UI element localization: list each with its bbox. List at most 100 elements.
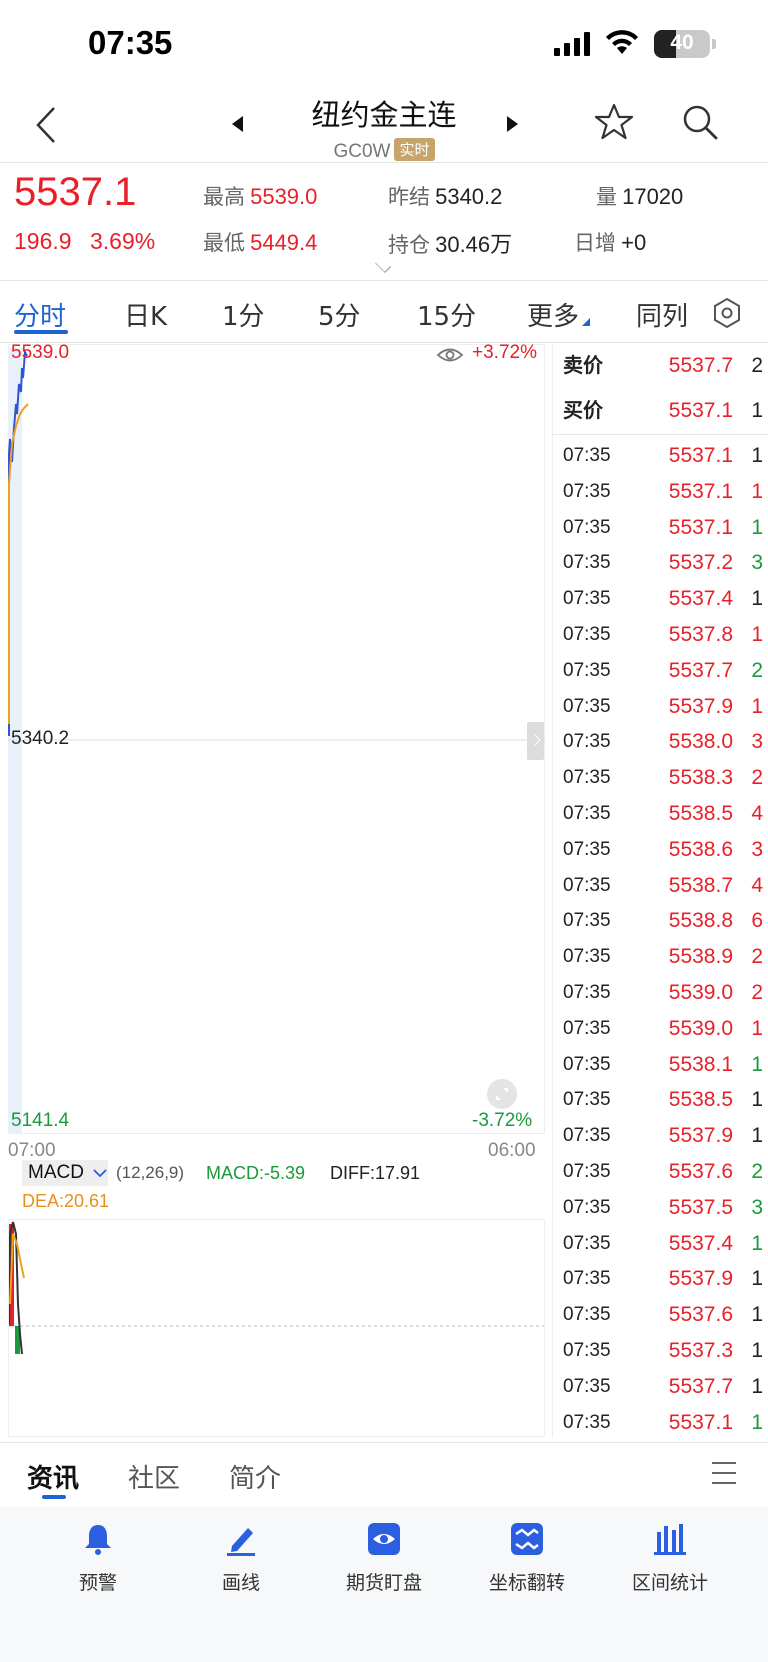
tool-flip-axis-label: 坐标翻转 [488, 1572, 565, 1594]
trade-volume: 2 [751, 981, 763, 1004]
volume-value: 17020 [622, 184, 684, 209]
tab-profile[interactable]: 简介 [229, 1458, 281, 1495]
trade-volume: 1 [751, 587, 763, 611]
trade-price: 5537.1 [668, 515, 733, 539]
trade-row: 07:35 5538.5 4 [553, 796, 768, 832]
trade-volume: 2 [751, 658, 763, 682]
indicator-select[interactable]: MACD [22, 1160, 108, 1186]
tool-draw[interactable]: 画线 [176, 1522, 306, 1595]
chart-top-price: 5539.0 [11, 342, 70, 363]
trade-price: 5537.9 [668, 694, 733, 718]
dea-value: DEA:20.61 [22, 1191, 110, 1211]
trade-price: 5539.0 [668, 1016, 733, 1040]
trade-volume: 4 [751, 873, 763, 897]
trade-volume: 4 [751, 802, 763, 825]
trade-row: 07:35 5537.4 1 [553, 1226, 768, 1262]
trade-price: 5538.0 [668, 730, 733, 754]
low-value: 5449.4 [250, 230, 318, 255]
next-instrument-button[interactable] [507, 116, 518, 132]
trade-volume: 3 [751, 730, 763, 754]
tab-community[interactable]: 社区 [128, 1458, 180, 1495]
trade-volume: 2 [751, 945, 763, 969]
trade-volume: 3 [751, 551, 763, 575]
trade-time: 07:35 [563, 659, 611, 681]
trade-time: 07:35 [563, 588, 611, 610]
trade-time: 07:35 [563, 695, 611, 717]
trade-volume: 1 [751, 1374, 763, 1398]
trade-time: 07:35 [563, 731, 611, 753]
trade-price: 5537.7 [668, 658, 733, 682]
expand-chevron-icon[interactable] [375, 257, 391, 273]
tool-flip-axis[interactable]: 坐标翻转 [462, 1522, 592, 1595]
trade-price: 5538.5 [668, 1088, 733, 1112]
open-interest-stat: 持仓 30.46万 [388, 227, 512, 259]
trade-row: 07:35 5537.3 1 [553, 1333, 768, 1369]
menu-icon[interactable] [712, 1462, 736, 1484]
trade-price: 5537.6 [668, 1303, 733, 1327]
low-stat: 最低 5449.4 [203, 227, 317, 257]
trade-row: 07:35 5537.9 1 [553, 1261, 768, 1297]
daily-inc-stat: 日增 +0 [574, 227, 646, 257]
trade-row: 07:35 5537.6 2 [553, 1154, 768, 1190]
tab-active-underline [14, 330, 68, 334]
macd-chart[interactable] [8, 1219, 545, 1437]
trade-volume: 1 [751, 1303, 763, 1327]
tab-daily-k[interactable]: 日K [124, 296, 167, 333]
ask-volume: 2 [751, 354, 763, 377]
trade-time: 07:35 [563, 1411, 611, 1433]
chart-bottom-pct: -3.72% [472, 1110, 533, 1131]
trade-row: 07:35 5537.1 1 [553, 510, 768, 546]
tab-intraday[interactable]: 分时 [14, 296, 66, 333]
trade-row: 07:35 5537.4 1 [553, 581, 768, 617]
order-book[interactable]: 卖价 5537.7 2 买价 5537.1 1 07:35 5537.1 1 07:3… [552, 344, 768, 1438]
tool-bar: 预警 画线 期货盯盘 坐标翻转 区间统计 [0, 1506, 768, 1662]
tool-alert[interactable]: 预警 [33, 1522, 163, 1595]
volume-stat: 量 17020 [596, 181, 683, 211]
fullscreen-icon[interactable] [487, 1079, 517, 1109]
daily-inc-label: 日增 [574, 231, 616, 255]
tab-peers[interactable]: 同列 [636, 296, 688, 333]
chart-top-pct: +3.72% [472, 342, 537, 363]
trade-volume: 1 [751, 1052, 763, 1076]
trade-volume: 1 [751, 1124, 763, 1148]
macd-params: (12,26,9) [116, 1163, 185, 1182]
macd-value: MACD:-5.39 [206, 1163, 306, 1183]
trade-row: 07:35 5538.3 2 [553, 760, 768, 796]
tool-range-stats[interactable]: 区间统计 [605, 1522, 735, 1595]
eye-monitor-icon [368, 1523, 400, 1555]
trade-row: 07:35 5537.9 1 [553, 689, 768, 725]
chart-mid-price: 5340.2 [11, 728, 70, 749]
tool-alert-label: 预警 [78, 1572, 117, 1594]
trade-row: 07:35 5538.9 2 [553, 939, 768, 975]
trade-time: 07:35 [563, 1304, 611, 1326]
bid-volume: 1 [751, 399, 763, 422]
trade-row: 07:35 5537.1 1 [553, 438, 768, 474]
trade-time: 07:35 [563, 838, 611, 860]
instrument-code-row: GC0W 实时 [0, 138, 768, 163]
settings-hexagon-icon[interactable] [710, 296, 744, 330]
trade-price: 5539.0 [668, 981, 733, 1004]
trade-row: 07:35 5537.7 1 [553, 1369, 768, 1405]
search-icon[interactable] [680, 102, 720, 142]
trade-price: 5538.3 [668, 766, 733, 790]
tab-1min[interactable]: 1分 [222, 296, 265, 333]
tab-more[interactable]: 更多 [527, 296, 579, 333]
trade-volume: 1 [751, 1410, 763, 1434]
trade-price: 5537.1 [668, 1410, 733, 1434]
tab-news[interactable]: 资讯 [27, 1458, 79, 1495]
ask-label: 卖价 [563, 355, 603, 377]
trade-time: 07:35 [563, 445, 611, 466]
trade-row: 07:35 5537.8 1 [553, 617, 768, 653]
trade-time: 07:35 [563, 1232, 611, 1254]
eye-icon[interactable] [436, 345, 464, 365]
trade-volume: 1 [751, 1339, 763, 1362]
favorite-star-icon[interactable] [594, 102, 634, 142]
trade-row: 07:35 5538.6 3 [553, 832, 768, 868]
tab-15min[interactable]: 15分 [417, 296, 476, 333]
tool-monitor[interactable]: 期货盯盘 [319, 1522, 449, 1595]
ask-price: 5537.7 [668, 354, 733, 377]
trade-price: 5537.4 [668, 587, 733, 611]
trade-time: 07:35 [563, 1340, 611, 1361]
tab-5min[interactable]: 5分 [318, 296, 361, 333]
side-panel-toggle[interactable] [527, 722, 544, 760]
